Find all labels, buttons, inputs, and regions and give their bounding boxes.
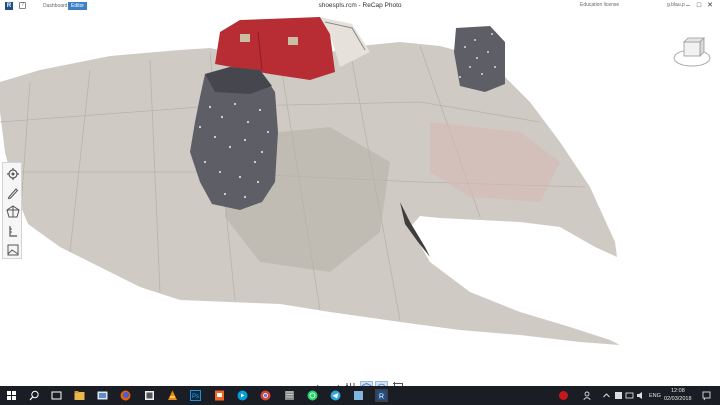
svg-text:R: R: [379, 394, 384, 401]
photoshop-icon[interactable]: Ps: [189, 389, 202, 402]
clock-date[interactable]: 02/03/2018: [664, 396, 692, 402]
svg-text:Ps: Ps: [192, 394, 199, 400]
license-label: Education license: [580, 2, 620, 8]
clock-time[interactable]: 12:08: [671, 388, 685, 394]
close-button[interactable]: ✕: [705, 1, 715, 11]
app-icon[interactable]: [236, 389, 249, 402]
start-icon[interactable]: [5, 389, 18, 402]
app-icon[interactable]: [352, 389, 365, 402]
app-icon[interactable]: [143, 389, 156, 402]
windows-taskbar: Ps R ENG 12:08 02/03/2018: [0, 386, 720, 405]
app-icon[interactable]: [213, 389, 226, 402]
telegram-icon[interactable]: [329, 389, 342, 402]
photo-mesh-render: [0, 17, 620, 345]
gear-icon[interactable]: [5, 166, 21, 182]
app-icon[interactable]: [283, 389, 296, 402]
volume-icon[interactable]: [634, 389, 647, 402]
whatsapp-icon[interactable]: [306, 389, 319, 402]
view-cube[interactable]: [672, 34, 712, 74]
image-icon[interactable]: [5, 242, 21, 258]
app-icon[interactable]: [96, 389, 109, 402]
people-icon[interactable]: [582, 389, 595, 402]
language-indicator[interactable]: ENG: [649, 393, 661, 399]
minimize-button[interactable]: –: [683, 1, 693, 11]
vlc-icon[interactable]: [166, 389, 179, 402]
action-center-icon[interactable]: [700, 389, 713, 402]
firefox-icon[interactable]: [119, 389, 132, 402]
maximize-button[interactable]: □: [694, 1, 704, 11]
notification-badge-icon[interactable]: [557, 389, 570, 402]
search-icon[interactable]: [28, 389, 41, 402]
grey-shoe-back: [454, 26, 505, 92]
pencil-icon[interactable]: [5, 185, 21, 201]
title-bar: R ? Dashboard Editor shoespls.rcm - ReCa…: [0, 0, 720, 12]
3d-viewport[interactable]: [0, 12, 720, 394]
task-view-icon[interactable]: [50, 389, 63, 402]
left-toolbar: [2, 162, 22, 259]
recap-icon[interactable]: R: [375, 389, 388, 402]
chrome-icon[interactable]: [259, 389, 272, 402]
measure-icon[interactable]: [5, 223, 21, 239]
file-explorer-icon[interactable]: [73, 389, 86, 402]
mesh-icon[interactable]: [5, 204, 21, 220]
